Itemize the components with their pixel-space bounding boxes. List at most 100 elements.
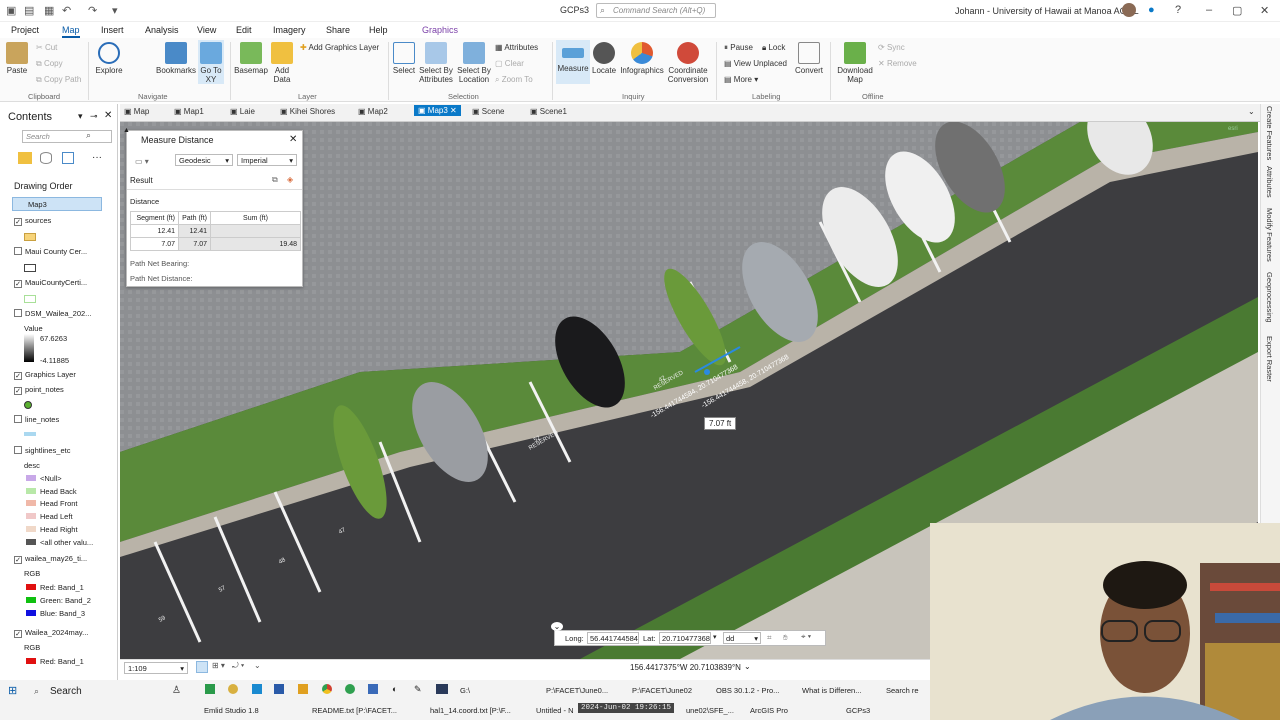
outlook-icon[interactable] — [252, 684, 262, 694]
layer-visibility-checkbox[interactable]: ✓ — [14, 280, 22, 288]
map-node[interactable]: Map3 — [12, 197, 102, 211]
layer-row[interactable]: Maui County Cer... — [14, 247, 87, 256]
taskbar-item[interactable]: une02\SFE_... — [686, 706, 734, 715]
add-graphics-layer-button[interactable]: ✚ Add Graphics Layer — [300, 43, 379, 52]
side-tab-attributes[interactable]: Attributes — [1265, 166, 1274, 198]
coordinate-conversion-button[interactable]: Coordinate Conversion — [666, 42, 710, 84]
menu-edit[interactable]: Edit — [236, 25, 252, 35]
powerpoint-icon[interactable] — [298, 684, 308, 694]
tab-kihei-shores[interactable]: ▣ Kihei Shores — [280, 107, 335, 116]
layer-row[interactable]: ✓ MauiCountyCerti... — [14, 278, 87, 288]
navigator-icon[interactable]: ⌄ — [254, 661, 261, 670]
user-name[interactable]: Johann - University of Hawaii at Manoa A… — [955, 6, 1139, 16]
close-pane-icon[interactable]: ✕ — [104, 110, 112, 121]
layer-row[interactable]: ✓ Graphics Layer — [14, 370, 76, 380]
collapse-icon[interactable]: ▲ — [123, 127, 130, 134]
layer-row[interactable]: ✓ sources — [14, 216, 51, 226]
windows-start-icon[interactable]: ⊞ — [8, 684, 17, 697]
customize-qat-icon[interactable]: ▾ — [112, 4, 118, 17]
layer-visibility-checkbox[interactable] — [14, 309, 22, 317]
menu-view[interactable]: View — [197, 25, 216, 35]
attributes-button[interactable]: ▦ Attributes — [495, 43, 538, 52]
measure-line-tool-icon[interactable]: ▭ ▾ — [135, 157, 149, 166]
new-project-icon[interactable]: ▣ — [6, 4, 16, 17]
maximize-icon[interactable]: ▢ — [1232, 4, 1242, 17]
clear-button[interactable]: ▢ Clear — [495, 59, 524, 68]
coordinate-format-icon[interactable]: ⌄ — [744, 662, 751, 671]
side-tab-create-features[interactable]: Create Features — [1265, 106, 1274, 160]
collapse-icon[interactable]: ⌄ — [551, 622, 563, 631]
select-by-attributes-button[interactable]: Select By Attributes — [418, 42, 454, 84]
copy-result-icon[interactable]: ⧉ — [272, 175, 278, 185]
chrome-icon[interactable] — [322, 684, 332, 694]
minimize-icon[interactable]: – — [1206, 4, 1212, 16]
taskbar-item[interactable]: OBS 30.1.2 - Pro... — [716, 686, 779, 695]
help-icon[interactable]: ? — [1175, 4, 1181, 16]
menu-help[interactable]: Help — [369, 25, 388, 35]
swap-icon[interactable]: ▾ — [713, 633, 717, 641]
app-icon[interactable] — [368, 684, 378, 694]
excel-icon[interactable] — [205, 684, 215, 694]
locate-button[interactable]: Locate — [592, 42, 616, 75]
layer-visibility-checkbox[interactable]: ✓ — [14, 387, 22, 395]
close-measure-icon[interactable]: ✕ — [289, 134, 297, 145]
tab-map[interactable]: ▣ Map — [124, 107, 149, 116]
measure-button[interactable]: Measure — [556, 40, 590, 84]
tab-laie[interactable]: ▣ Laie — [230, 107, 255, 116]
app-icon[interactable] — [436, 684, 448, 694]
format-select[interactable]: dd ▾ — [723, 632, 761, 644]
bookmarks-button[interactable]: Bookmarks — [155, 42, 197, 75]
layer-visibility-checkbox[interactable] — [14, 247, 22, 255]
open-project-icon[interactable]: ▤ — [24, 4, 34, 17]
list-by-source-icon[interactable] — [40, 152, 52, 164]
tab-scene1[interactable]: ▣ Scene1 — [530, 107, 567, 116]
taskbar-item[interactable]: Untitled - N — [536, 706, 574, 715]
taskbar-item[interactable]: What is Differen... — [802, 686, 861, 695]
paste-button[interactable]: Paste — [5, 42, 29, 75]
add-data-button[interactable]: Add Data — [270, 42, 294, 84]
scale-select[interactable]: 1:109 ▾ — [124, 662, 188, 674]
cut-button[interactable]: ✂ Cut — [36, 43, 57, 52]
close-tab-icon[interactable]: ✕ — [448, 106, 457, 115]
taskbar-item[interactable]: G:\ — [460, 686, 470, 695]
layer-visibility-checkbox[interactable]: ✓ — [14, 556, 22, 565]
app-icon[interactable] — [345, 684, 355, 694]
layer-row[interactable]: ✓ wailea_may26_ti... — [14, 554, 87, 565]
side-tab-geoprocessing[interactable]: Geoprocessing — [1265, 272, 1274, 322]
list-by-selection-icon[interactable] — [62, 152, 74, 164]
infographics-button[interactable]: Infographics — [618, 42, 666, 75]
layer-visibility-checkbox[interactable] — [14, 446, 22, 454]
menu-imagery[interactable]: Imagery — [273, 25, 306, 35]
menu-insert[interactable]: Insert — [101, 25, 124, 35]
explore-button[interactable]: Explore — [95, 42, 123, 75]
tab-map1[interactable]: ▣ Map1 — [174, 107, 204, 116]
more-options-icon[interactable]: ··· — [92, 152, 102, 163]
app-icon[interactable]: ✎ — [414, 684, 422, 695]
menu-analysis[interactable]: Analysis — [145, 25, 179, 35]
copy-path-button[interactable]: ⧉ Copy Path — [36, 75, 81, 85]
pan-to-icon[interactable]: ✋︎ — [783, 633, 788, 643]
list-by-drawing-order-icon[interactable] — [18, 152, 32, 164]
layer-visibility-checkbox[interactable]: ✓ — [14, 630, 22, 639]
command-search-input[interactable]: Command Search (Alt+Q) — [596, 3, 716, 18]
menu-graphics[interactable]: Graphics — [422, 25, 458, 35]
tab-scene[interactable]: ▣ Scene — [472, 107, 504, 116]
taskbar-item[interactable]: README.txt [P:\FACET... — [312, 706, 397, 715]
latitude-input[interactable]: 20.710477368 — [659, 632, 711, 644]
menu-share[interactable]: Share — [326, 25, 350, 35]
layer-visibility-checkbox[interactable]: ✓ — [14, 372, 22, 380]
tab-list-icon[interactable]: ⌄ — [1248, 107, 1255, 116]
taskbar-item[interactable]: P:\FACET\June02 — [632, 686, 692, 695]
measure-mode-select[interactable]: Geodesic ▾ — [175, 154, 233, 166]
copy-button[interactable]: ⧉ Copy — [36, 59, 63, 69]
snapping-icon[interactable]: ⊞ ▾ — [212, 661, 225, 670]
basemap-button[interactable]: Basemap — [234, 42, 268, 75]
layer-row[interactable]: ✓ point_notes — [14, 385, 64, 395]
layer-row[interactable]: ✓ Wailea_2024may... — [14, 628, 88, 639]
grid-icon[interactable] — [196, 661, 208, 673]
remove-button[interactable]: ✕ Remove — [878, 59, 917, 68]
side-tab-modify-features[interactable]: Modify Features — [1265, 208, 1274, 262]
pane-menu-icon[interactable]: ▾ — [78, 111, 83, 122]
folder-icon[interactable] — [228, 684, 238, 694]
layer-row[interactable]: DSM_Wailea_202... — [14, 309, 91, 318]
